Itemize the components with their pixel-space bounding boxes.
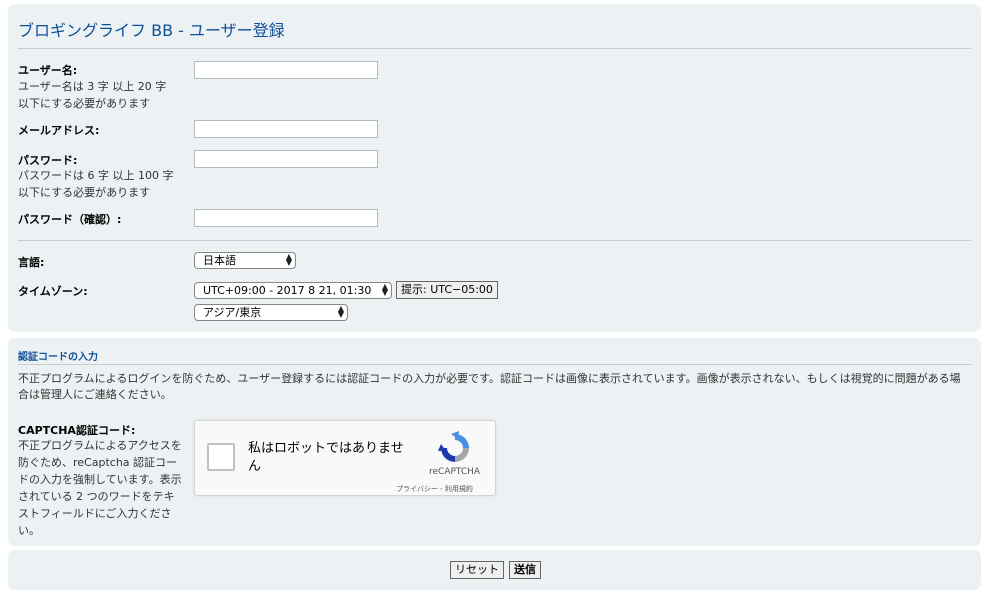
reset-button[interactable]: リセット (450, 561, 504, 579)
divider (18, 240, 971, 241)
username-help-line-2: 以下にする必要があります (18, 97, 151, 110)
email-input[interactable] (194, 120, 378, 138)
captcha-code-label: CAPTCHA認証コード: (18, 424, 136, 437)
select-arrows-icon: ▲ ▼ (285, 252, 292, 267)
language-label: 言語: (18, 256, 45, 269)
password-confirm-label: パスワード（確認）: (18, 213, 122, 226)
recaptcha-widget: 私はロボットではありません reCAPTCHA プライバシー - 利用規約 (194, 420, 496, 496)
username-label: ユーザー名: (18, 64, 78, 77)
password-label: パスワード: (18, 154, 78, 167)
captcha-description: 不正プログラムによるログインを防ぐため、ユーザー登録するには認証コードの入力が必… (18, 372, 961, 401)
recaptcha-checkbox-label: 私はロボットではありません (248, 441, 404, 474)
timezone-select[interactable]: UTC+09:00 - 2017 8 21, 01:30 ▲ ▼ (194, 282, 392, 299)
language-select[interactable]: 日本語 ▲ ▼ (194, 252, 296, 269)
timezone-select-value: UTC+09:00 - 2017 8 21, 01:30 (203, 284, 372, 297)
password-help-line-2: 以下にする必要があります (18, 186, 151, 199)
registration-panel: ブロギングライフ BB - ユーザー登録 ユーザー名: ユーザー名は 3 字 以… (8, 4, 981, 332)
language-select-value: 日本語 (203, 254, 236, 267)
email-label: メールアドレス: (18, 124, 100, 137)
page-title: ブロギングライフ BB - ユーザー登録 (18, 21, 285, 40)
captcha-section-title: 認証コードの入力 (18, 352, 98, 363)
captcha-code-help: 不正プログラムによるアクセスを防ぐため、reCaptcha 認証コードの入力を強… (18, 439, 182, 537)
submit-button[interactable]: 送信 (509, 561, 541, 579)
username-input[interactable] (194, 61, 378, 79)
recaptcha-checkbox[interactable] (207, 443, 235, 471)
recaptcha-brand: reCAPTCHA (429, 467, 481, 477)
select-arrows-icon: ▲ ▼ (381, 282, 388, 297)
timezone-region-select-value: アジア/東京 (203, 306, 262, 319)
timezone-region-select[interactable]: アジア/東京 ▲ ▼ (194, 304, 348, 321)
captcha-panel: 認証コードの入力 不正プログラムによるログインを防ぐため、ユーザー登録するには認… (8, 338, 981, 546)
divider (18, 48, 971, 49)
password-help-line-1: パスワードは 6 字 以上 100 字 (18, 169, 174, 182)
select-arrows-icon: ▲ ▼ (337, 304, 344, 319)
password-help: パスワードは 6 字 以上 100 字 以下にする必要があります (18, 167, 173, 201)
divider (18, 364, 971, 365)
password-input[interactable] (194, 150, 378, 168)
username-help: ユーザー名は 3 字 以上 20 字 以下にする必要があります (18, 78, 166, 112)
password-confirm-input[interactable] (194, 209, 378, 227)
recaptcha-privacy-terms-links[interactable]: プライバシー - 利用規約 (396, 484, 473, 494)
username-help-line-1: ユーザー名は 3 字 以上 20 字 (18, 80, 167, 93)
timezone-label: タイムゾーン: (18, 285, 88, 298)
actions-panel: リセット 送信 (8, 550, 981, 590)
recaptcha-logo-icon (438, 431, 469, 462)
timezone-suggest-button[interactable]: 提示: UTC−05:00 (396, 281, 498, 299)
